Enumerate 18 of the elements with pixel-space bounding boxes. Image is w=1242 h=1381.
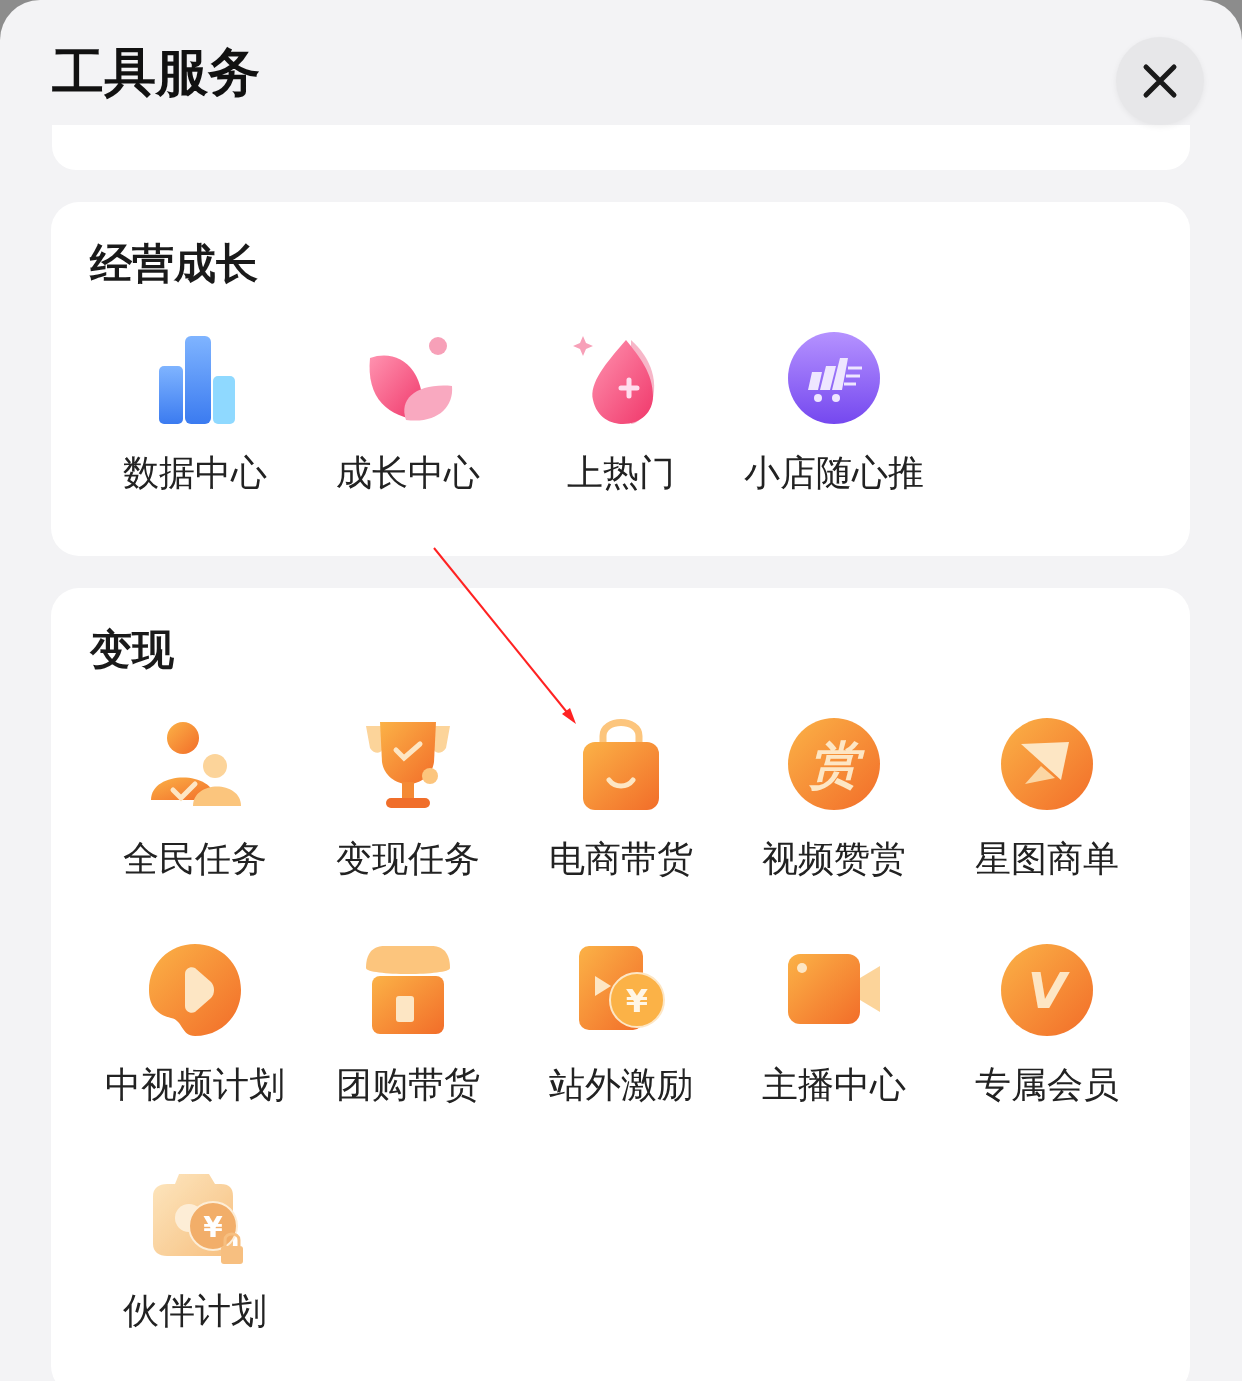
panel-title: 工具服务 — [52, 40, 260, 104]
tool-label[interactable]: 全民任务 — [122, 838, 267, 880]
tool-label[interactable]: 星图商单 — [974, 838, 1119, 880]
tool-label[interactable]: 中视频计划 — [104, 1064, 285, 1106]
tool-label[interactable]: 站外激励 — [548, 1064, 693, 1106]
tool-label[interactable]: 小店随心推 — [743, 452, 924, 494]
tool-label[interactable]: 视频赞赏 — [761, 838, 906, 880]
tool-label[interactable]: 数据中心 — [122, 452, 267, 494]
section-title: 经营成长 — [90, 240, 259, 288]
tool-label[interactable]: 成长中心 — [335, 452, 480, 494]
tool-label[interactable]: 伙伴计划 — [122, 1290, 267, 1332]
tool-label[interactable]: 变现任务 — [335, 838, 480, 880]
tool-label[interactable]: 团购带货 — [335, 1064, 480, 1106]
tool-label[interactable]: 主播中心 — [761, 1064, 906, 1106]
tool-label[interactable]: 电商带货 — [548, 838, 693, 880]
tool-label[interactable]: 专属会员 — [974, 1064, 1119, 1106]
tool-label[interactable]: 上热门 — [566, 452, 675, 494]
section-title: 变现 — [90, 626, 175, 674]
